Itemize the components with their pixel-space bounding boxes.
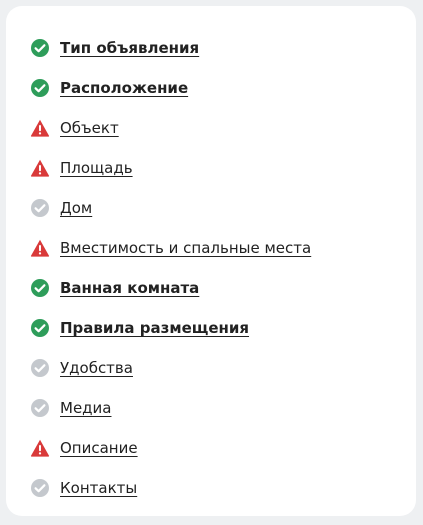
step-item-amenities[interactable]: Удобства (6, 348, 416, 388)
step-label: Расположение (60, 79, 189, 97)
step-label: Описание (60, 439, 138, 457)
step-label: Правила размещения (60, 319, 250, 337)
step-label: Вместимость и спальные места (60, 239, 312, 257)
warning-triangle-icon (30, 438, 50, 458)
step-label: Дом (60, 199, 93, 217)
step-label: Ванная комната (60, 279, 200, 297)
step-item-capacity[interactable]: Вместимость и спальные места (6, 228, 416, 268)
step-item-contacts[interactable]: Контакты (6, 468, 416, 508)
warning-triangle-icon (30, 238, 50, 258)
step-label: Объект (60, 119, 119, 137)
step-item-media[interactable]: Медиа (6, 388, 416, 428)
step-label: Контакты (60, 479, 138, 497)
check-circle-icon (30, 358, 50, 378)
step-item-object[interactable]: Объект (6, 108, 416, 148)
step-item-location[interactable]: Расположение (6, 68, 416, 108)
check-circle-icon (30, 318, 50, 338)
step-item-bathroom[interactable]: Ванная комната (6, 268, 416, 308)
check-circle-icon (30, 478, 50, 498)
step-item-area[interactable]: Площадь (6, 148, 416, 188)
step-item-type[interactable]: Тип объявления (6, 28, 416, 68)
warning-triangle-icon (30, 118, 50, 138)
step-item-rules[interactable]: Правила размещения (6, 308, 416, 348)
check-circle-icon (30, 198, 50, 218)
check-circle-icon (30, 78, 50, 98)
step-label: Удобства (60, 359, 133, 377)
step-label: Тип объявления (60, 39, 200, 57)
step-label: Медиа (60, 399, 112, 417)
check-circle-icon (30, 398, 50, 418)
check-circle-icon (30, 38, 50, 58)
step-item-description[interactable]: Описание (6, 428, 416, 468)
step-label: Площадь (60, 159, 133, 177)
check-circle-icon (30, 278, 50, 298)
step-item-house[interactable]: Дом (6, 188, 416, 228)
steps-card: Тип объявления Расположение Объект Площа… (6, 6, 416, 516)
warning-triangle-icon (30, 158, 50, 178)
